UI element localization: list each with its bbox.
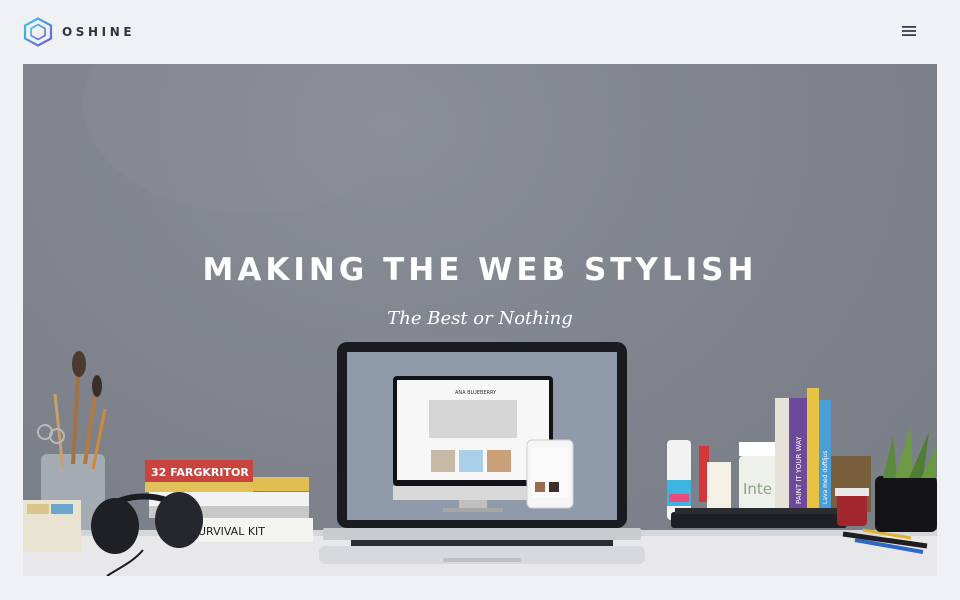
hexagon-logo-icon [23, 17, 53, 47]
book-spine-1-label: PAINT IT YOUR WAY [795, 436, 803, 504]
paint-box [23, 500, 81, 552]
tray [671, 508, 847, 528]
site-header: OSHINE [0, 0, 960, 64]
hamburger-menu-button[interactable] [898, 22, 920, 40]
red-jar [835, 488, 869, 526]
hamburger-menu-icon [902, 26, 916, 36]
wall-light-glow [83, 64, 423, 214]
hero-subtitle: The Best or Nothing [387, 308, 573, 329]
hero-banner: 32 FARGKRITOR SURVIVAL KIT ANA BLUEBERRY… [23, 64, 937, 576]
chalk-box-label: 32 FARGKRITOR [151, 466, 249, 479]
brand-name: OSHINE [62, 25, 136, 39]
book-spine-2-label: Lava med doftljus [822, 450, 829, 504]
tablet-on-screen [526, 439, 574, 509]
hero-title: MAKING THE WEB STYLISH [202, 251, 758, 288]
screen-brand-label: ANA BLUEBERRY [455, 390, 497, 396]
jar-label: Inte [743, 480, 772, 498]
potted-plant [875, 426, 937, 532]
brand-logo[interactable]: OSHINE [22, 17, 135, 47]
